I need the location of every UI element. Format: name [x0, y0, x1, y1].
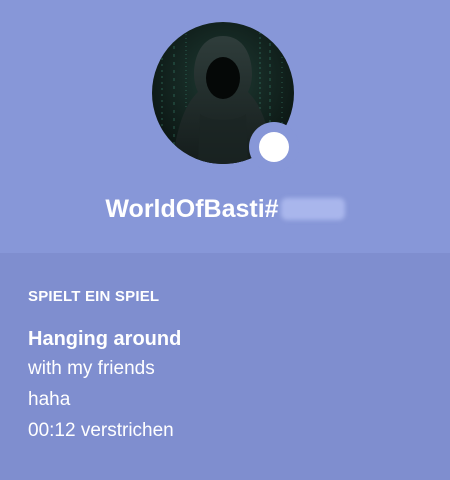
- activity-section: SPIELT EIN SPIEL Hanging around with my …: [28, 286, 428, 446]
- profile-header: WorldOfBasti#: [0, 0, 450, 253]
- username[interactable]: WorldOfBasti#: [105, 192, 278, 226]
- activity-state: haha: [28, 389, 71, 410]
- activity-details: with my friends: [28, 358, 155, 379]
- activity-name: Hanging around: [28, 328, 182, 350]
- online-status-icon: [259, 132, 289, 162]
- discriminator-redacted: [280, 198, 345, 220]
- status-indicator: [249, 122, 299, 172]
- profile-card: WorldOfBasti# SPIELT EIN SPIEL Hanging a…: [0, 0, 450, 480]
- activity-elapsed-time: 00:12 verstrichen: [28, 420, 174, 441]
- activity-header: SPIELT EIN SPIEL: [28, 288, 160, 305]
- username-row: WorldOfBasti#: [0, 192, 450, 226]
